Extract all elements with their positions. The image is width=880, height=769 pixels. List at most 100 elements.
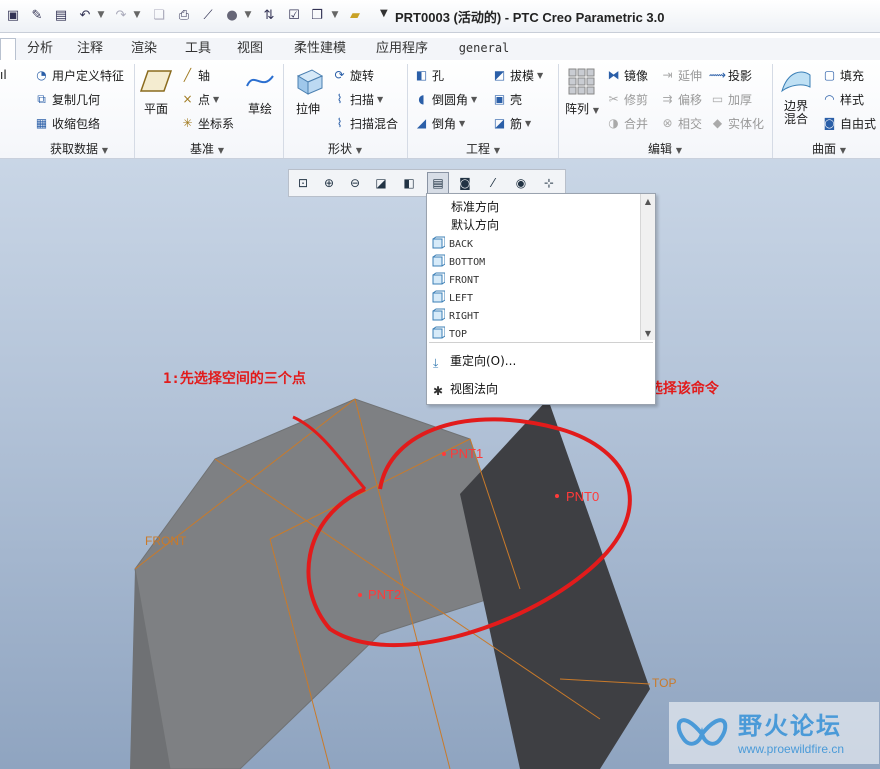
chevron-down-icon[interactable]: ▼ [132,6,142,24]
view-manager-icon[interactable]: ◙ [455,173,475,193]
draft-button[interactable]: ◩ 拔模 ▼ [492,66,543,84]
pattern-button[interactable]: 阵列 ▼ [562,66,602,117]
save-icon[interactable]: ▣ [4,6,22,24]
zoom-in-icon[interactable]: ⊕ [319,173,339,193]
chevron-down-icon[interactable]: ▼ [96,6,106,24]
trim-button[interactable]: ✂ 修剪 [606,90,648,108]
menu-item-standard-orientation[interactable]: 标准方向 [451,198,499,215]
group-label-shapes[interactable]: 形状 ▼ [328,140,362,157]
cut-off-item[interactable]: ıl [0,66,8,84]
regenerate-icon[interactable]: ⇅ [260,6,278,24]
chevron-down-icon[interactable]: ▼ [243,6,253,24]
refit-icon[interactable]: ⊡ [293,173,313,193]
fill-button[interactable]: ▢ 填充 [822,66,864,84]
folder-icon[interactable]: ▰ [346,6,364,24]
watermark-title: 野火论坛 [738,712,842,740]
redo-icon[interactable]: ↷ [112,6,130,24]
tab-view[interactable]: 视图 [228,38,272,59]
thicken-button[interactable]: ▭ 加厚 [710,90,752,108]
title-menu-caret[interactable]: ▼ [380,8,388,19]
axis-button[interactable]: ╱ 轴 [180,66,210,84]
tab-general[interactable]: general [448,38,520,59]
group-label-get-data[interactable]: 获取数据 ▼ [50,140,108,157]
menu-item-back[interactable]: BACK [432,236,473,250]
undo-icon[interactable]: ↶ [76,6,94,24]
menu-item-reorient[interactable]: ⤓ 重定向(O)... [433,352,516,370]
repaint-icon[interactable]: ◪ [371,173,391,193]
menu-item-left[interactable]: LEFT [432,290,473,304]
extrude-button[interactable]: 拉伸 [288,66,328,117]
project-button[interactable]: ⟿ 投影 [709,66,752,84]
sketch-button[interactable]: 草绘 [240,66,280,117]
mirror-button[interactable]: ⧓ 镜像 [606,66,649,84]
solidify-icon: ◆ [712,116,723,130]
group-label-editing[interactable]: 编辑 ▼ [648,140,682,157]
point-label-pnt1[interactable]: PNT1 [450,446,483,461]
print-icon[interactable]: ⎙ [175,6,193,24]
menu-item-top[interactable]: TOP [432,326,467,340]
swept-blend-button[interactable]: ⌇ 扫描混合 [332,114,398,132]
shell-button[interactable]: ▣ 壳 [492,90,522,108]
saved-orientations-icon[interactable]: ▤ [427,172,449,194]
edit-icon[interactable]: ✎ [28,6,46,24]
plane-label-front[interactable]: FRONT [145,534,186,548]
shrinkwrap-button[interactable]: ▦ 收缩包络 [34,114,100,132]
scroll-down-icon[interactable]: ▼ [641,326,655,340]
reorient-icon: ⤓ [433,356,439,370]
point-label-pnt2[interactable]: PNT2 [368,587,401,602]
appearance-icon[interactable]: ● [223,6,241,24]
datum-display-icon[interactable]: ⁄ [483,173,503,193]
annotation-display-icon[interactable]: ◉ [511,173,531,193]
thicken-icon: ▭ [711,92,724,106]
menu-scrollbar[interactable]: ▲ ▼ [640,194,655,340]
plane-label-top[interactable]: TOP [652,676,676,690]
group-label-surfaces[interactable]: 曲面 ▼ [812,140,846,157]
udf-button[interactable]: ◔ 用户定义特征 [34,66,124,84]
tab-flexible-modeling[interactable]: 柔性建模 [284,38,356,59]
style-button[interactable]: ◠ 样式 [822,90,864,108]
freestyle-button[interactable]: ◙ 自由式 [822,114,876,132]
copy-geometry-button[interactable]: ⧉ 复制几何 [34,90,100,108]
menu-item-bottom[interactable]: BOTTOM [432,254,485,268]
paste-icon[interactable]: ❏ [150,6,168,24]
boundary-blend-button[interactable]: 边界 混合 [776,66,816,126]
scroll-up-icon[interactable]: ▲ [641,194,655,208]
checkbox-icon[interactable]: ☑ [285,6,303,24]
tab-render[interactable]: 渲染 [122,38,166,59]
title-bar: ▣ ✎ ▤ ↶ ▼ ↷ ▼ ❏ ⎙ ⟋ ● ▼ ⇅ ☑ ❐ ▼ ▰ ▼ PRT0… [0,0,880,33]
solidify-button[interactable]: ◆ 实体化 [710,114,764,132]
spin-center-icon[interactable]: ⊹ [539,173,559,193]
csys-button[interactable]: ✳ 坐标系 [180,114,234,132]
measure-icon[interactable]: ⟋ [199,6,217,24]
point-button[interactable]: × 点 ▼ [180,90,219,108]
revolve-button[interactable]: ⟳ 旋转 [332,66,374,84]
tab-tools[interactable]: 工具 [176,38,220,59]
menu-item-front[interactable]: FRONT [432,272,479,286]
point-label-pnt0[interactable]: PNT0 [566,489,599,504]
chamfer-button[interactable]: ◢ 倒角 ▼ [414,114,465,132]
merge-button[interactable]: ◑ 合并 [606,114,648,132]
offset-button[interactable]: ⇉ 偏移 [660,90,702,108]
tab-annotate[interactable]: 注释 [68,38,112,59]
chevron-down-icon[interactable]: ▼ [330,6,340,24]
group-label-engineering[interactable]: 工程 ▼ [466,140,500,157]
hole-button[interactable]: ◧ 孔 [414,66,444,84]
display-style-icon[interactable]: ◧ [399,173,419,193]
plane-button[interactable]: 平面 [136,66,176,117]
menu-item-view-normal[interactable]: ✱ 视图法向 [433,380,498,398]
tab-analysis[interactable]: 分析 [18,38,62,59]
windows-icon[interactable]: ❐ [308,6,326,24]
menu-item-right[interactable]: RIGHT [432,308,479,322]
round-button[interactable]: ◖ 倒圆角 ▼ [414,90,477,108]
group-label-datum[interactable]: 基准 ▼ [190,140,224,157]
tab-applications[interactable]: 应用程序 [366,38,438,59]
rib-button[interactable]: ◪ 筋 ▼ [492,114,531,132]
sweep-button[interactable]: ⌇ 扫描 ▼ [332,90,384,108]
extend-button[interactable]: ⇥ 延伸 [660,66,702,84]
zoom-out-icon[interactable]: ⊖ [345,173,365,193]
intersect-button[interactable]: ⊗ 相交 [660,114,702,132]
menu-item-default-orientation[interactable]: 默认方向 [451,216,499,233]
round-icon: ◖ [418,92,425,106]
open-icon[interactable]: ▤ [52,6,70,24]
tab-model[interactable] [0,38,16,61]
